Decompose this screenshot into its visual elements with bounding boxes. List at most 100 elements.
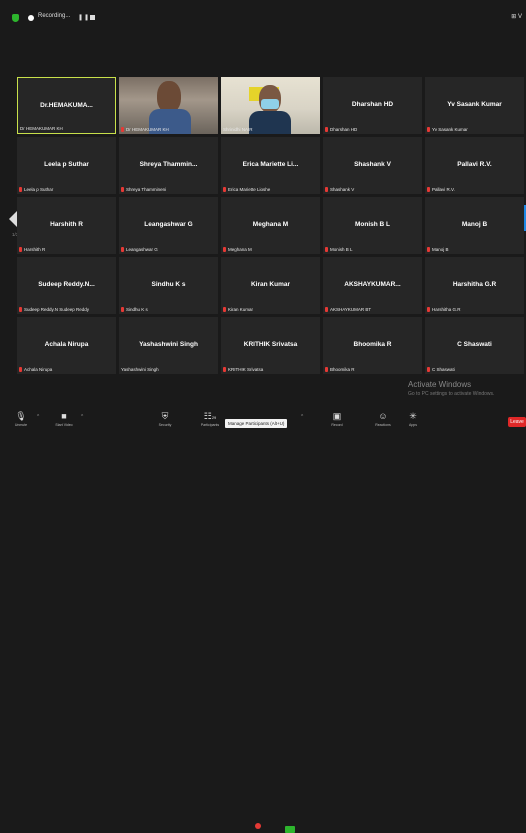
reactions-icon: ☺ [378, 411, 388, 421]
participant-label: Achala Nirupa [19, 367, 52, 372]
participant-tile[interactable]: Meghana M Meghana M [221, 197, 320, 254]
participant-video-tile[interactable]: Dr HEMAKUMAR KH [119, 77, 218, 134]
participant-label: Harshith R [19, 247, 45, 252]
participant-tile[interactable]: Dharshan HD Dharshan HD [323, 77, 422, 134]
mic-muted-icon [223, 367, 226, 372]
participant-name: KRITHIK Srivatsa [243, 341, 298, 348]
participant-video-tile[interactable]: Shrinidhi NAIR [221, 77, 320, 134]
participant-tile[interactable]: AKSHAYKUMAR... AKSHAYKUMAR BT [323, 257, 422, 314]
mic-muted-icon [121, 127, 124, 132]
leave-button[interactable]: Leave [508, 417, 526, 427]
apps-icon: ✳ [409, 411, 417, 421]
participant-tile[interactable]: Yv Sasank Kumar Yv Sasank Kumar [425, 77, 524, 134]
security-button[interactable]: ⛨ Security [152, 410, 178, 430]
participant-tile[interactable]: C Shaswati C Shaswati [425, 317, 524, 374]
recording-label: Recording... [38, 13, 71, 19]
participant-label: Leela p Suthar [19, 187, 53, 192]
participant-tile[interactable]: Achala Nirupa Achala Nirupa [17, 317, 116, 374]
mic-muted-icon [325, 307, 328, 312]
participant-tile[interactable]: KRITHIK Srivatsa KRITHIK Srivatsa [221, 317, 320, 374]
share-options-caret-icon[interactable]: ⌃ [300, 414, 304, 420]
participant-name: Harshith R [50, 221, 83, 228]
participant-name: Pallavi R.V. [457, 161, 492, 168]
participant-name: Sudeep Reddy.N... [38, 281, 95, 288]
participant-label: Sudeep Reddy.N Sudeep Reddy [19, 307, 89, 312]
audio-options-caret-icon[interactable]: ⌃ [36, 414, 40, 420]
participant-tile[interactable]: Pallavi R.V. Pallavi R.V. [425, 137, 524, 194]
start-video-button[interactable]: ■ Start Video [50, 410, 78, 430]
participant-tile[interactable]: Dr.HEMAKUMA... Dr HEMAKUMAR KH [17, 77, 116, 134]
reactions-button[interactable]: ☺ Reactions [370, 410, 396, 430]
mic-muted-icon [427, 187, 430, 192]
participant-tile[interactable]: Shashank V Shashank V [323, 137, 422, 194]
unmute-label: Unmute [14, 423, 28, 427]
participants-label: Participants [200, 423, 220, 427]
participant-tile[interactable]: Leangashwar G Leangashwar G [119, 197, 218, 254]
participant-label: Monish B L [325, 247, 353, 252]
mic-muted-icon [427, 367, 430, 372]
participant-gallery: Dr.HEMAKUMA... Dr HEMAKUMAR KH Dr HEMAKU… [17, 77, 524, 374]
participant-label: Dr HEMAKUMAR KH [121, 127, 169, 132]
participant-label: Bhoomika R [325, 367, 355, 372]
participant-tile[interactable]: Erica Mariette Li... Erica Mariette Lios… [221, 137, 320, 194]
participant-tile[interactable]: Shreya Thammin... Shreya Thammineni [119, 137, 218, 194]
pause-recording-button[interactable]: ❚❚ [78, 14, 90, 21]
previous-page-arrow-icon[interactable] [9, 211, 17, 227]
participant-name: AKSHAYKUMAR... [344, 281, 401, 288]
unmute-button[interactable]: 🎙 Unmute [10, 410, 32, 430]
mic-muted-icon [223, 187, 226, 192]
participant-label: Dharshan HD [325, 127, 357, 132]
participant-tile[interactable]: Manoj B Manoj B [425, 197, 524, 254]
participant-name: Dharshan HD [351, 101, 394, 108]
stop-recording-button[interactable] [90, 15, 95, 20]
participants-icon: ☷29 [203, 411, 217, 421]
face-mask [261, 99, 279, 109]
participant-label: Harshitha G.R [427, 307, 461, 312]
participant-label: Shashank V [325, 187, 354, 192]
mic-muted-icon [325, 247, 328, 252]
participant-name: Monish B L [354, 221, 391, 228]
participant-tile[interactable]: Harshitha G.R Harshitha G.R [425, 257, 524, 314]
video-camera-icon: ■ [61, 411, 67, 421]
video-options-caret-icon[interactable]: ⌃ [80, 414, 84, 420]
mic-muted-icon [325, 367, 328, 372]
chat-notification-badge [255, 823, 261, 829]
participant-name: Sindhu K s [151, 281, 186, 288]
participant-name: Achala Nirupa [44, 341, 89, 348]
shield-icon[interactable] [12, 14, 19, 22]
record-button[interactable]: ▣ Record [326, 410, 348, 430]
participant-tile[interactable]: Monish B L Monish B L [323, 197, 422, 254]
mic-muted-icon [427, 247, 430, 252]
mic-muted-icon [121, 247, 124, 252]
participant-label: Yv Sasank Kumar [427, 127, 468, 132]
participant-name: Leela p Suthar [44, 161, 89, 168]
participant-tile[interactable]: Kiran Kumar Kiran Kumar [221, 257, 320, 314]
apps-button[interactable]: ✳ Apps [402, 410, 424, 430]
mic-muted-icon [19, 367, 22, 372]
view-button[interactable]: ⊞ V [511, 13, 522, 20]
participant-tile[interactable]: Sudeep Reddy.N... Sudeep Reddy.N Sudeep … [17, 257, 116, 314]
participant-label: Shrinidhi NAIR [223, 127, 253, 132]
recording-icon [28, 15, 34, 21]
mic-muted-icon [325, 127, 328, 132]
shield-icon: ⛨ [161, 411, 169, 421]
mic-muted-icon [19, 307, 22, 312]
participant-tile[interactable]: Bhoomika R Bhoomika R [323, 317, 422, 374]
share-screen-icon[interactable] [285, 826, 295, 833]
reactions-label: Reactions [375, 423, 391, 427]
apps-label: Apps [409, 423, 417, 427]
participant-label: Pallavi R.V. [427, 187, 455, 192]
mic-muted-icon [223, 247, 226, 252]
participant-name: Bhoomika R [353, 341, 392, 348]
mic-muted-icon [19, 247, 22, 252]
participant-tile[interactable]: Leela p Suthar Leela p Suthar [17, 137, 116, 194]
mic-muted-icon [121, 187, 124, 192]
meeting-topbar: Recording... ❚❚ ⊞ V [0, 0, 526, 36]
participants-button[interactable]: ☷29 Participants [196, 410, 224, 430]
participant-label: Shreya Thammineni [121, 187, 166, 192]
participant-tile[interactable]: Yashashwini Singh Yashashwini Singh [119, 317, 218, 374]
mic-muted-icon [325, 187, 328, 192]
participant-tile[interactable]: Harshith R Harshith R [17, 197, 116, 254]
participant-tile[interactable]: Sindhu K s Sindhu K s [119, 257, 218, 314]
start-video-label: Start Video [55, 423, 73, 427]
